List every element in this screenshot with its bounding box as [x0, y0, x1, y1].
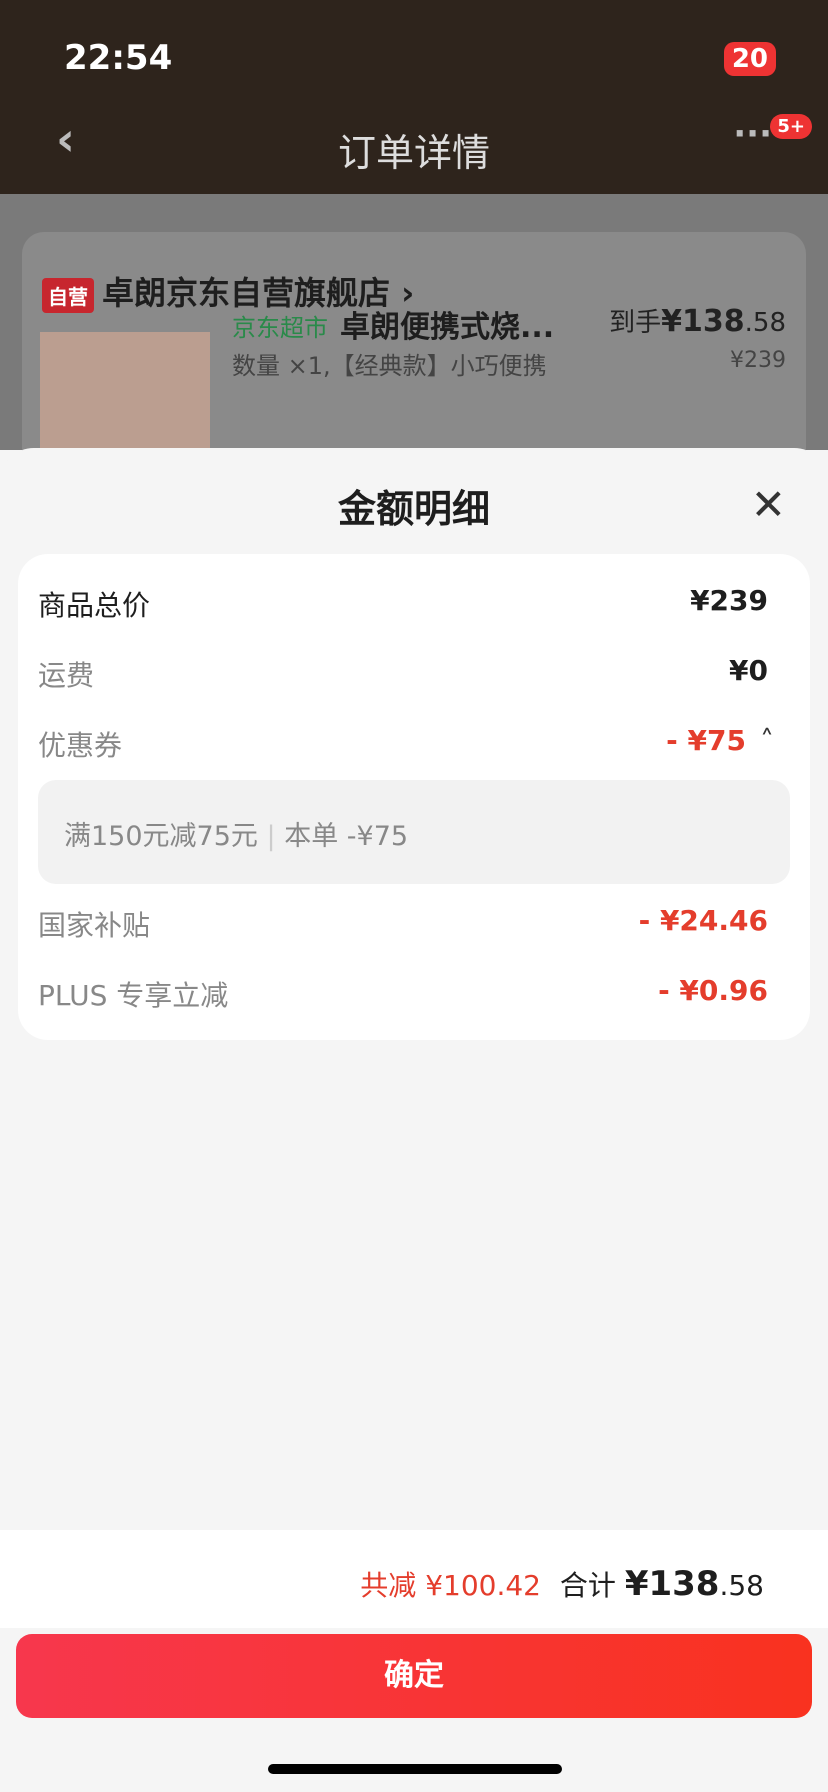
- self-run-tag: 自营: [42, 278, 94, 313]
- coupon-applied: 本单 -¥75: [284, 821, 409, 852]
- total-decimal: .58: [719, 1569, 764, 1602]
- order-card: 自营 卓朗京东自营旗舰店 › 京东超市 卓朗便携式烧... 到手¥138.58 数…: [22, 232, 806, 472]
- close-icon[interactable]: ✕: [751, 480, 786, 529]
- row-subsidy: 国家补贴 - ¥24.46: [38, 904, 768, 942]
- price-main: ¥138: [661, 304, 745, 339]
- price-decimal: .58: [744, 308, 786, 338]
- sheet-title: 金额明细: [337, 487, 490, 531]
- total-main: ¥138: [624, 1564, 720, 1604]
- row-goods-total: 商品总价 ¥239: [38, 584, 768, 622]
- home-indicator: [268, 1764, 562, 1774]
- price-label: 到手: [609, 308, 662, 338]
- row-shipping: 运费 ¥0: [38, 654, 768, 692]
- amount-list: 商品总价 ¥239 运费 ¥0 优惠券 - ¥75 ˄ 满150元减75元 | 本单 -…: [18, 554, 810, 1040]
- header: 22:54 20 ‹ 订单详情 ··· 5+: [0, 0, 828, 194]
- total-label: 合计: [559, 1569, 616, 1602]
- original-price: ¥239: [730, 348, 786, 373]
- status-time: 22:54: [64, 38, 173, 78]
- saved-amount: 共减 ¥100.42: [360, 1569, 541, 1602]
- footer-summary: 共减 ¥100.42 合计 ¥138.58: [0, 1530, 828, 1628]
- coupon-detail: 满150元减75元 | 本单 -¥75: [38, 780, 790, 884]
- confirm-button[interactable]: 确定: [16, 1634, 812, 1718]
- notification-badge: 5+: [770, 114, 812, 139]
- more-icon[interactable]: ···: [733, 114, 772, 154]
- market-tag: 京东超市: [232, 314, 328, 342]
- product-name[interactable]: 卓朗便携式烧...: [340, 302, 554, 346]
- chevron-up-icon[interactable]: ˄: [760, 724, 774, 757]
- battery-level: 20: [723, 42, 776, 76]
- page-title: 订单详情: [337, 131, 490, 175]
- product-qty[interactable]: 数量 ×1,【经典款】小巧便携: [232, 346, 547, 381]
- row-plus: PLUS 专享立减 - ¥0.96: [38, 974, 768, 1012]
- coupon-rule: 满150元减75元: [64, 821, 258, 852]
- product-image[interactable]: [40, 332, 210, 462]
- row-coupon[interactable]: 优惠券 - ¥75 ˄: [38, 724, 774, 764]
